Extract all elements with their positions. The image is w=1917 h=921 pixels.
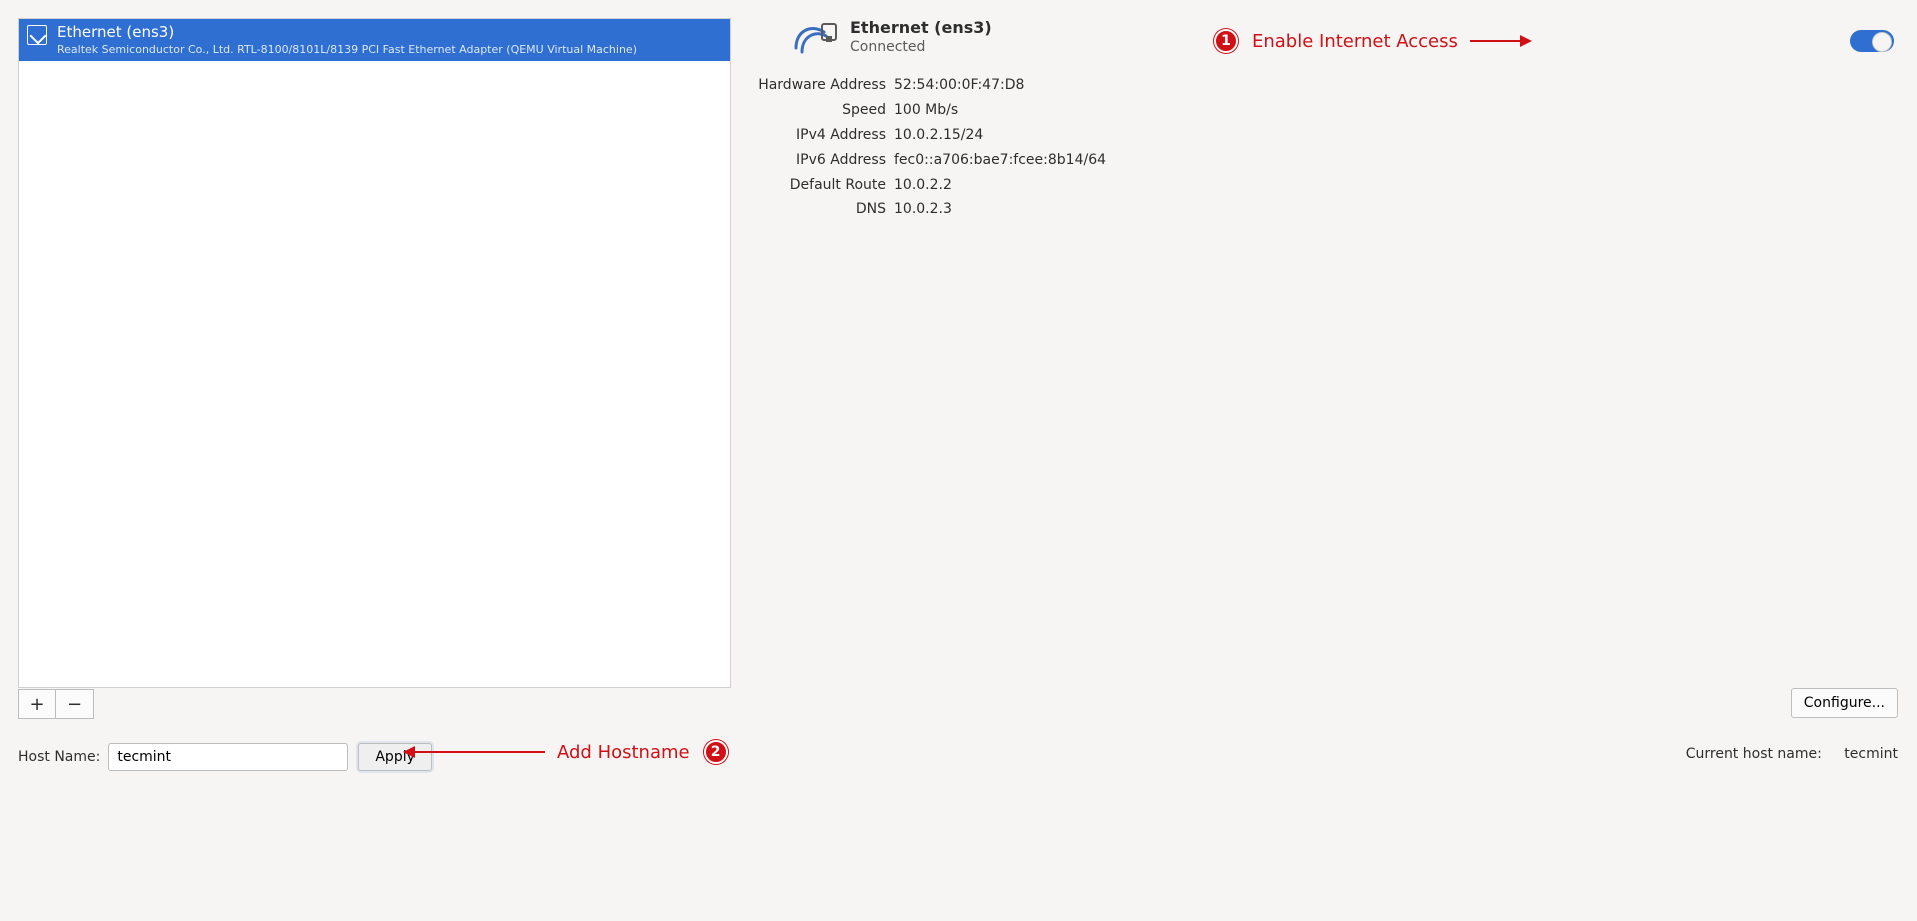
annotation-badge-2: 2 [704, 740, 728, 764]
detail-table: Hardware Address 52:54:00:0F:47:D8 Speed… [742, 76, 1542, 219]
ipv4-value: 10.0.2.15/24 [894, 126, 983, 145]
annotation-add-hostname: Add Hostname 2 [405, 740, 742, 764]
ipv4-label: IPv4 Address [742, 126, 894, 145]
configure-button[interactable]: Configure... [1791, 688, 1898, 718]
dns-value: 10.0.2.3 [894, 200, 952, 219]
remove-connection-button[interactable]: − [56, 689, 94, 719]
network-list-item[interactable]: Ethernet (ens3) Realtek Semiconductor Co… [19, 19, 730, 61]
speed-value: 100 Mb/s [894, 101, 958, 120]
annotation-enable-internet: 1 Enable Internet Access [1200, 29, 1530, 53]
current-hostname-value: tecmint [1844, 746, 1898, 762]
annotation-badge-1: 1 [1214, 29, 1238, 53]
detail-status: Connected [850, 39, 992, 55]
dns-label: DNS [742, 200, 894, 219]
ipv6-label: IPv6 Address [742, 151, 894, 170]
default-route-value: 10.0.2.2 [894, 176, 952, 195]
network-list-item-title: Ethernet (ens3) [57, 23, 637, 41]
detail-title: Ethernet (ens3) [850, 18, 992, 37]
hostname-row: Host Name: Apply [18, 740, 1898, 774]
ethernet-icon [27, 25, 47, 45]
hw-address-value: 52:54:00:0F:47:D8 [894, 76, 1024, 95]
add-connection-button[interactable]: + [18, 689, 56, 719]
ipv6-value: fec0::a706:bae7:fcee:8b14/64 [894, 151, 1064, 170]
arrow-right-icon [1470, 40, 1530, 42]
enable-connection-toggle[interactable] [1850, 30, 1894, 52]
arrow-left-icon [405, 751, 545, 753]
hostname-input[interactable] [108, 743, 348, 771]
annotation-text-1: Enable Internet Access [1252, 31, 1458, 52]
ethernet-detail-icon [792, 18, 840, 58]
hw-address-label: Hardware Address [742, 76, 894, 95]
default-route-label: Default Route [742, 176, 894, 195]
network-list-item-subtitle: Realtek Semiconductor Co., Ltd. RTL-8100… [57, 43, 637, 56]
hostname-label: Host Name: [18, 749, 100, 765]
speed-label: Speed [742, 101, 894, 120]
current-hostname-label: Current host name: [1686, 746, 1822, 762]
list-buttons: + − [18, 689, 94, 719]
network-list: Ethernet (ens3) Realtek Semiconductor Co… [18, 18, 731, 688]
current-hostname: Current host name: tecmint [1686, 746, 1898, 762]
network-list-item-text: Ethernet (ens3) Realtek Semiconductor Co… [57, 23, 637, 56]
annotation-text-2: Add Hostname [557, 742, 690, 763]
